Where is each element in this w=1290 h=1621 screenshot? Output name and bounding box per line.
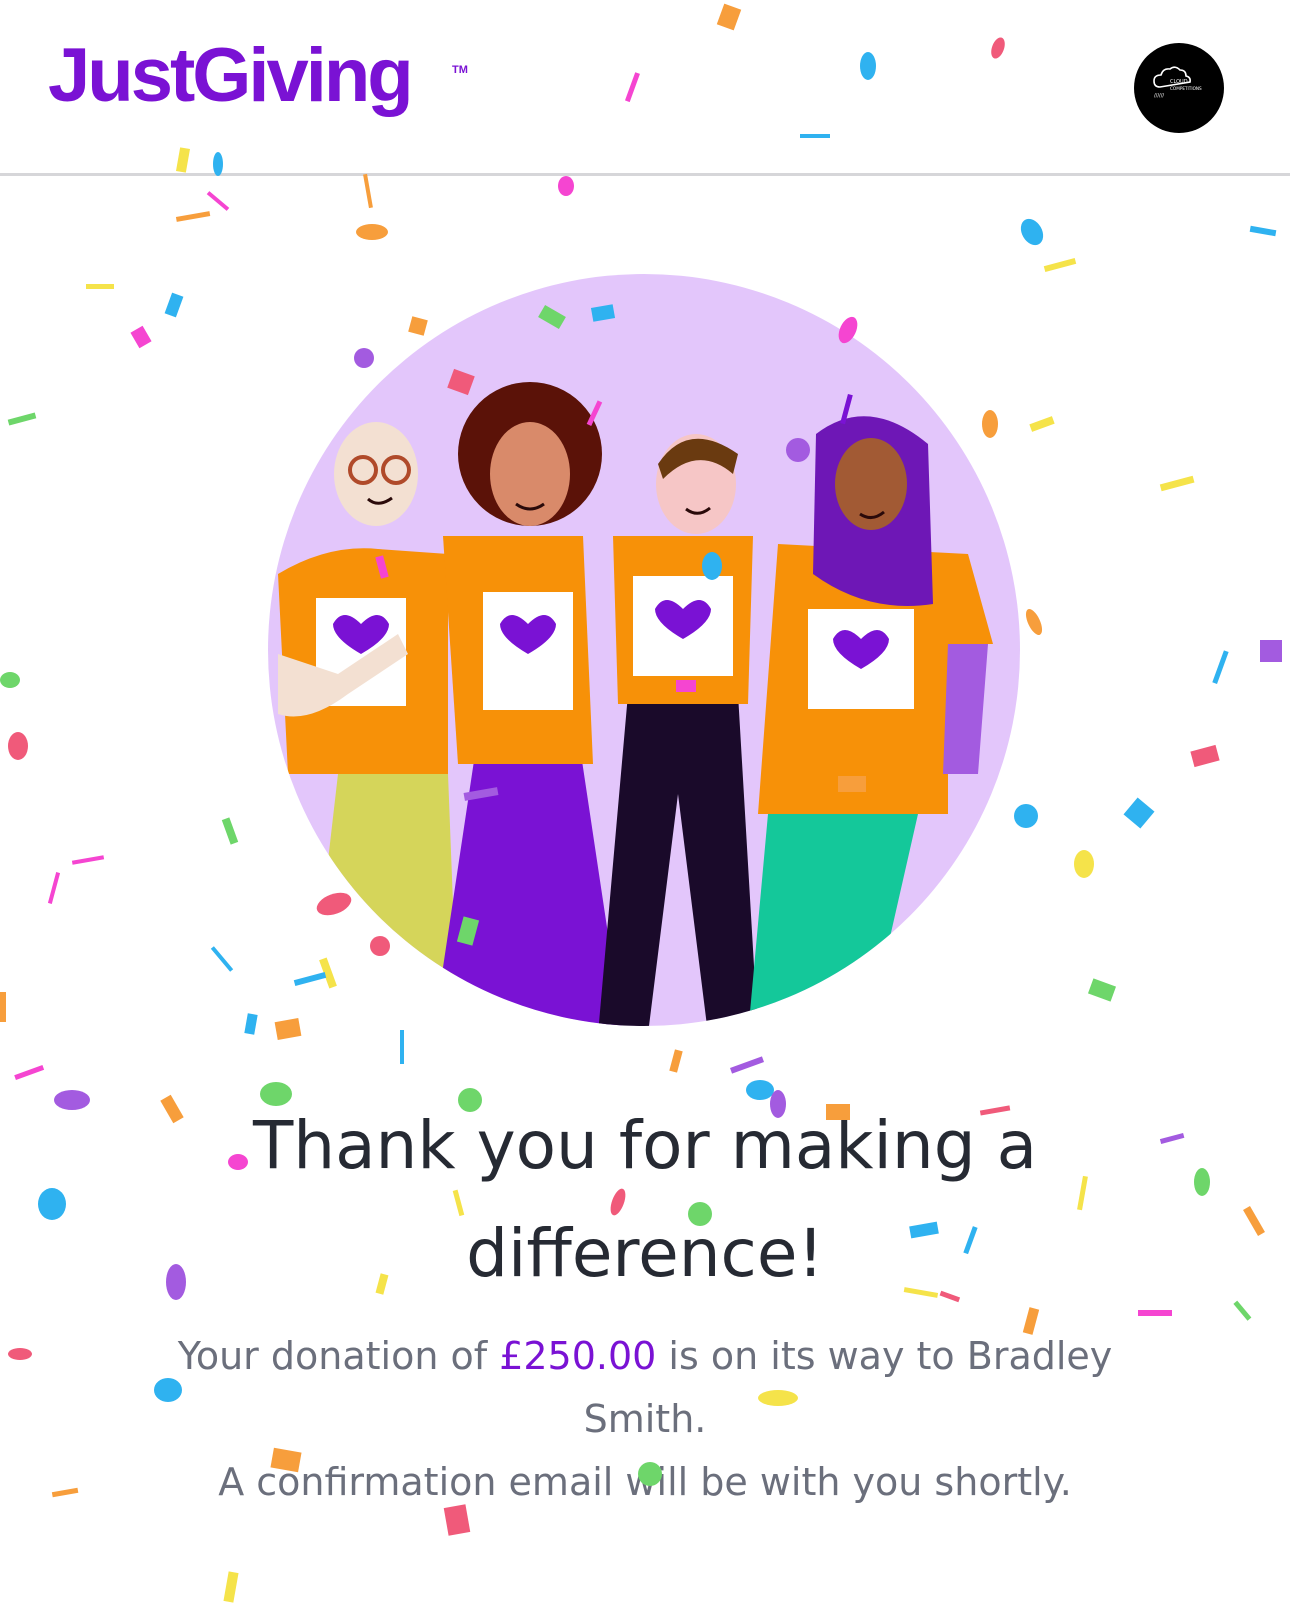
thank-you-page: JustGiving TM CLOUD COMPETITIONS ////// [0,0,1290,1621]
heading-line-1: Thank you for making a [252,1107,1038,1184]
avatar-text-mid: COMPETITIONS [1170,86,1202,91]
avatar-text-top: CLOUD [1170,79,1188,85]
person-curly-hair [434,382,622,1026]
cloud-logo-icon: CLOUD COMPETITIONS ////// [1153,66,1202,99]
person-glasses [278,422,458,1026]
trademark-mark: TM [452,64,468,76]
message-suffix: is on its way to Bradley [656,1334,1113,1378]
header: JustGiving TM CLOUD COMPETITIONS ////// [0,0,1290,176]
confirmation-text: A confirmation email will be with you sh… [218,1460,1072,1504]
justgiving-logo[interactable]: JustGiving [48,38,414,114]
four-people-hugging-image [278,382,993,1026]
donation-amount: £250.00 [499,1334,657,1378]
recipient-tail: Smith. [583,1397,707,1441]
person-short-hair [598,434,758,1026]
thank-you-heading: Thank you for making a difference! [180,1092,1110,1308]
person-hijab [748,416,993,1026]
heading-line-2: difference! [466,1215,824,1292]
donation-message: Your donation of £250.00 is on its way t… [120,1325,1170,1514]
profile-avatar[interactable]: CLOUD COMPETITIONS ////// [1134,43,1224,133]
message-prefix: Your donation of [177,1334,500,1378]
celebration-illustration [268,274,1020,1026]
avatar-text-bottom: ////// [1154,93,1164,99]
